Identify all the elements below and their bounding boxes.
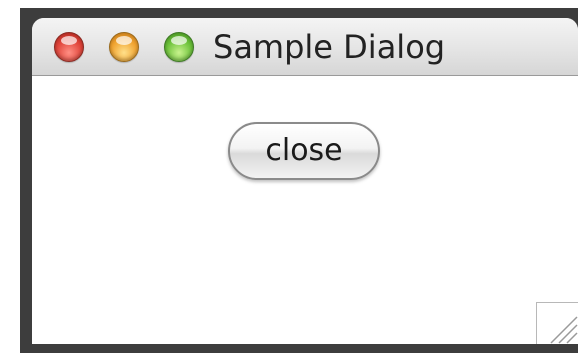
- minimize-window-icon[interactable]: [109, 32, 139, 62]
- close-button[interactable]: close: [228, 122, 380, 180]
- title-bar[interactable]: Sample Dialog: [32, 18, 578, 76]
- dialog-frame: Sample Dialog close: [32, 18, 578, 344]
- window-title: Sample Dialog: [213, 28, 446, 66]
- dialog-window: Sample Dialog close: [20, 8, 578, 353]
- close-window-icon[interactable]: [54, 32, 84, 62]
- zoom-window-icon[interactable]: [164, 32, 194, 62]
- screen: Sample Dialog close: [0, 0, 578, 353]
- resize-grip-icon[interactable]: [536, 302, 578, 344]
- dialog-content: close: [32, 76, 578, 344]
